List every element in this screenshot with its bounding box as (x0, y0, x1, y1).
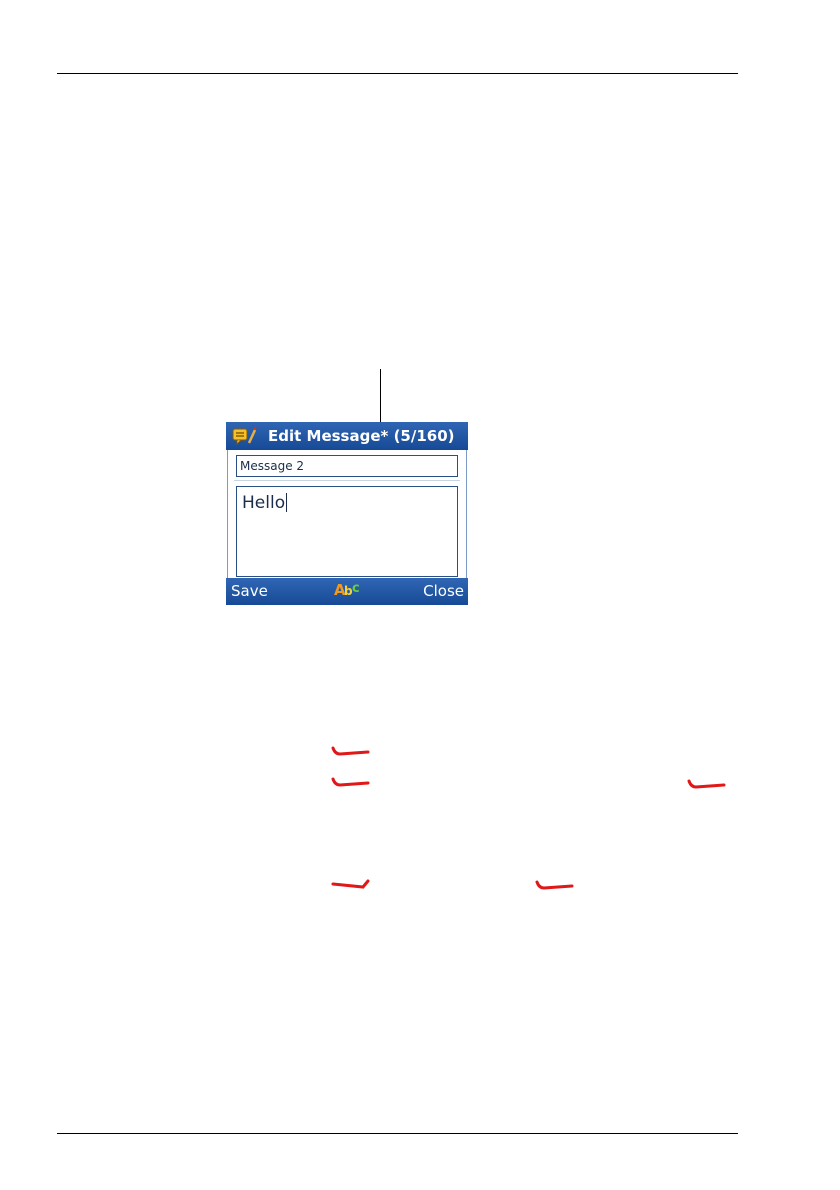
text-caret (286, 493, 288, 512)
dialog-body: Message 2 Hello (227, 450, 467, 578)
footer-rule (57, 1133, 738, 1134)
softkey-bar: Save A b c Close (226, 578, 468, 605)
red-ink-mark (331, 746, 370, 756)
title-bar: Edit Message* (5/160) (226, 422, 468, 450)
input-mode-letter-c: c (352, 581, 360, 596)
input-mode-abc-icon[interactable]: A b c (334, 581, 362, 601)
red-ink-mark (687, 779, 726, 789)
message-name-field[interactable]: Message 2 (236, 455, 458, 477)
close-softkey[interactable]: Close (423, 582, 464, 600)
callout-line (380, 369, 381, 422)
red-ink-mark (535, 880, 574, 890)
message-text-area[interactable]: Hello (236, 486, 458, 577)
message-edit-icon (232, 427, 257, 445)
message-name-value: Message 2 (240, 459, 305, 473)
red-ink-mark (331, 777, 370, 787)
save-softkey[interactable]: Save (231, 582, 268, 600)
dialog-title: Edit Message* (5/160) (268, 427, 455, 445)
header-rule (57, 73, 738, 74)
field-separator (234, 480, 460, 481)
phone-screen: Edit Message* (5/160) Message 2 Hello Sa… (226, 422, 468, 605)
message-text-value: Hello (242, 493, 286, 513)
red-ink-mark (331, 879, 370, 889)
